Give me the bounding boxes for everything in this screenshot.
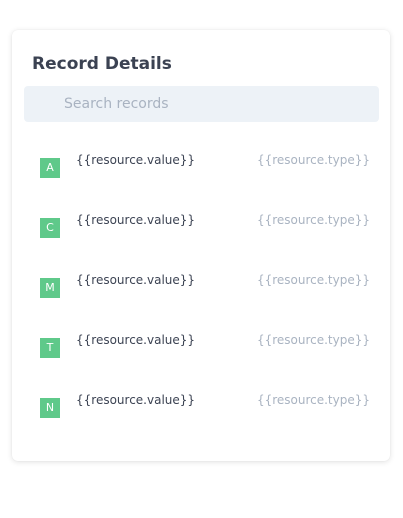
- list-item[interactable]: A {{resource.value}} {{resource.type}}: [12, 140, 390, 200]
- list-item[interactable]: N {{resource.value}} {{resource.type}}: [12, 380, 390, 440]
- list-item[interactable]: C {{resource.value}} {{resource.type}}: [12, 200, 390, 260]
- resource-value: {{resource.value}}: [76, 393, 196, 407]
- record-details-card: Record Details A {{resource.value}} {{re…: [12, 30, 390, 461]
- letter-badge: T: [40, 338, 60, 358]
- resource-type: {{resource.type}}: [256, 273, 370, 287]
- resource-type: {{resource.type}}: [256, 153, 370, 167]
- list-item[interactable]: M {{resource.value}} {{resource.type}}: [12, 260, 390, 320]
- resource-type: {{resource.type}}: [256, 393, 370, 407]
- resource-value: {{resource.value}}: [76, 213, 196, 227]
- letter-badge: N: [40, 398, 60, 418]
- letter-badge: C: [40, 218, 60, 238]
- resource-type: {{resource.type}}: [256, 333, 370, 347]
- search-input[interactable]: [24, 86, 379, 122]
- resource-value: {{resource.value}}: [76, 333, 196, 347]
- card-title: Record Details: [32, 54, 172, 74]
- letter-badge: A: [40, 158, 60, 178]
- resource-value: {{resource.value}}: [76, 273, 196, 287]
- letter-badge: M: [40, 278, 60, 298]
- resource-value: {{resource.value}}: [76, 153, 196, 167]
- search-box: [24, 86, 379, 122]
- list-item[interactable]: T {{resource.value}} {{resource.type}}: [12, 320, 390, 380]
- resource-type: {{resource.type}}: [256, 213, 370, 227]
- records-list: A {{resource.value}} {{resource.type}} C…: [12, 140, 390, 440]
